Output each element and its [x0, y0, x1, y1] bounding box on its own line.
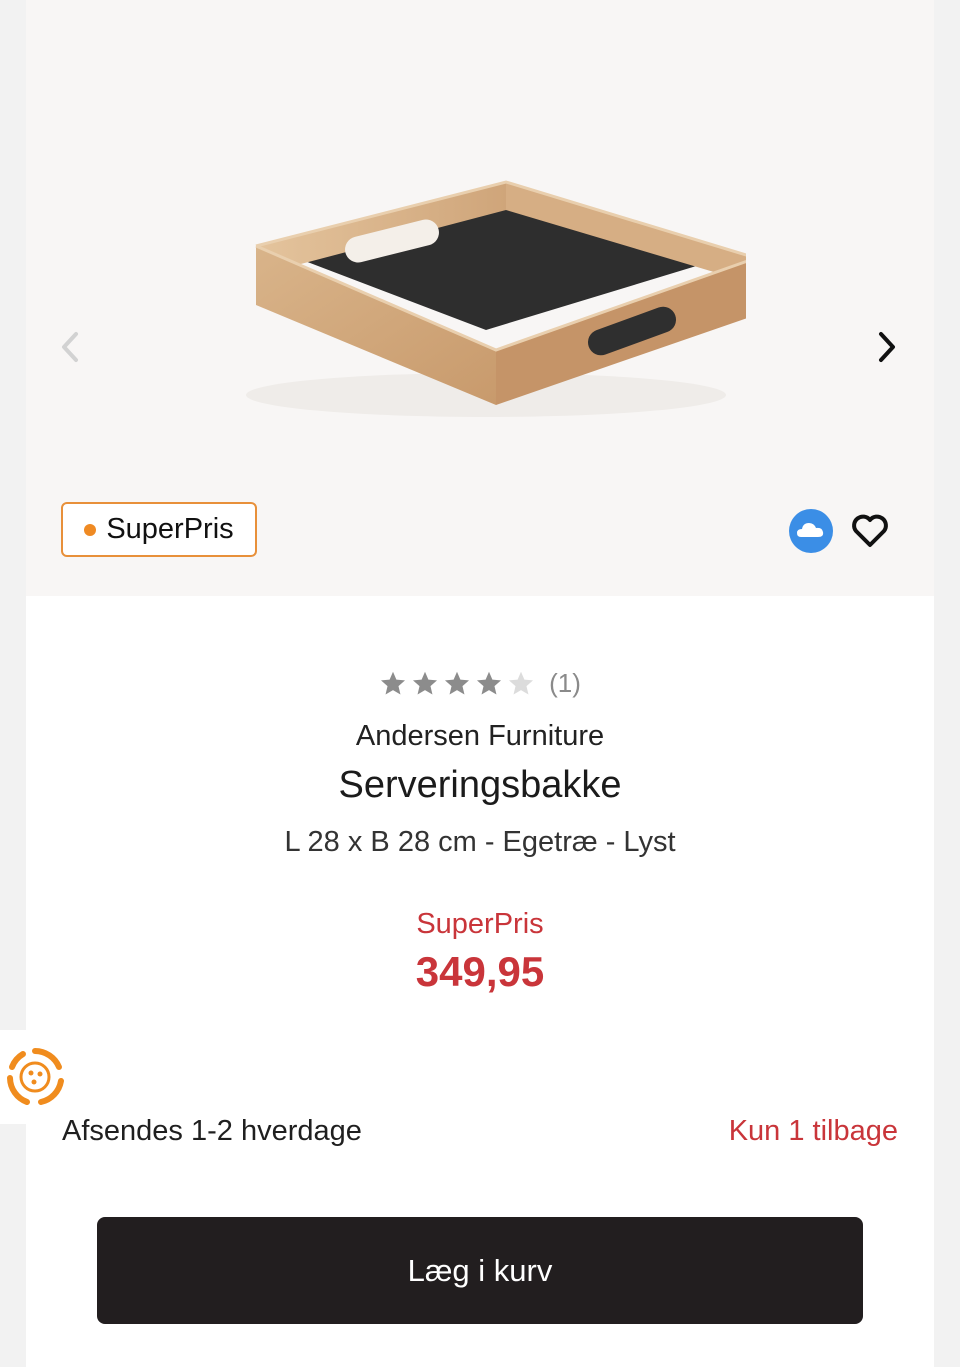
- star-filled-icon: [445, 671, 470, 694]
- rating[interactable]: (1): [26, 668, 934, 699]
- star-rating: [379, 670, 535, 698]
- product-page: SuperPris (1) Andersen Furniture Serveri…: [26, 0, 934, 1367]
- star-empty-icon: [509, 671, 534, 694]
- next-image-button[interactable]: [865, 325, 909, 369]
- settings-widget-icon: [7, 1048, 64, 1105]
- side-widget-button[interactable]: [0, 1030, 70, 1124]
- shipping-info: Afsendes 1-2 hverdage: [62, 1115, 362, 1147]
- star-filled-icon: [477, 671, 502, 694]
- product-image[interactable]: [216, 160, 746, 430]
- badge-label: SuperPris: [106, 513, 234, 545]
- heart-icon: [852, 514, 888, 547]
- stock-status: Kun 1 tilbage: [728, 1115, 898, 1147]
- star-filled-icon: [413, 671, 438, 694]
- price-label: SuperPris: [416, 908, 544, 940]
- cloud-icon: [789, 509, 833, 553]
- chevron-right-icon: [879, 332, 895, 362]
- previous-image-button[interactable]: [48, 325, 92, 369]
- favorite-button[interactable]: [848, 508, 892, 552]
- review-count: (1): [549, 668, 581, 698]
- product-price: 349,95: [415, 948, 545, 995]
- product-gallery: SuperPris: [26, 0, 934, 596]
- add-to-cart-button[interactable]: Læg i kurv: [97, 1217, 863, 1324]
- product-title: Serveringsbakke: [338, 764, 622, 806]
- badge-dot: [84, 523, 97, 536]
- star-filled-icon: [381, 671, 406, 694]
- add-to-cart-label: Læg i kurv: [407, 1252, 553, 1288]
- cloud-button[interactable]: [788, 508, 834, 554]
- chevron-left-icon: [62, 332, 78, 362]
- product-variant: L 28 x B 28 cm - Egetræ - Lyst: [284, 826, 676, 858]
- superpris-badge: SuperPris: [61, 502, 257, 557]
- product-brand[interactable]: Andersen Furniture: [26, 720, 934, 753]
